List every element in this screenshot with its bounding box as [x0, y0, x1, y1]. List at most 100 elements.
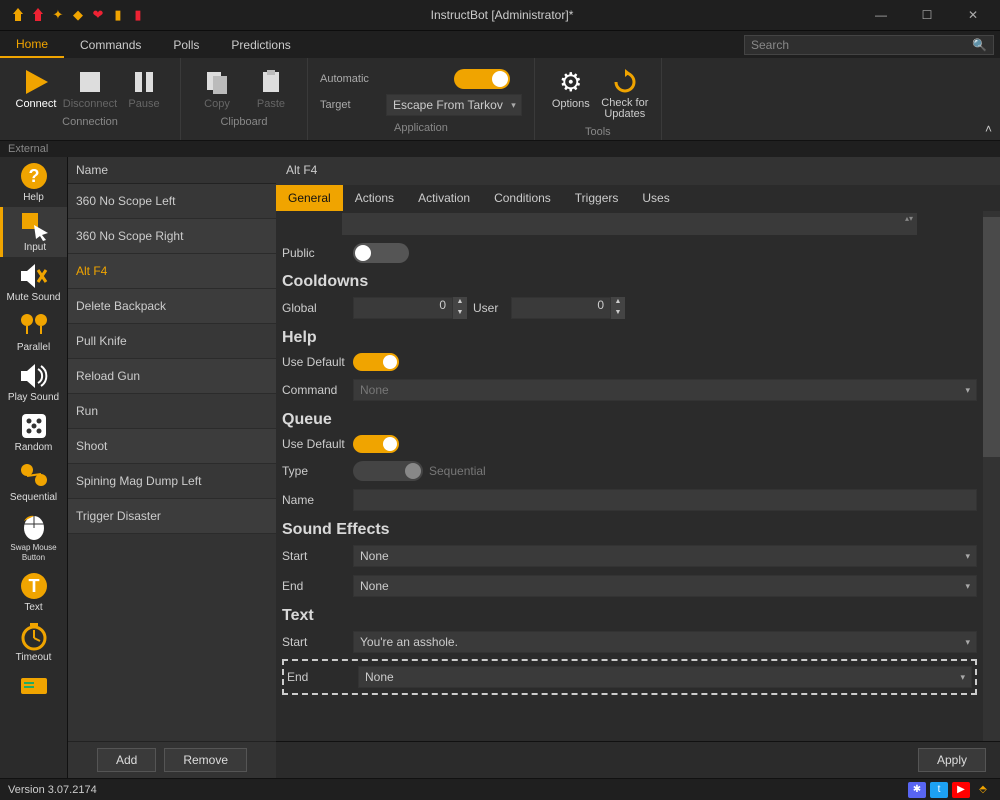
automatic-toggle[interactable] — [454, 69, 510, 89]
detail-tabs: General Actions Activation Conditions Tr… — [276, 185, 1000, 211]
global-cooldown-input[interactable]: 0▲▼ — [353, 297, 467, 319]
options-button[interactable]: ⚙ Options — [545, 64, 597, 122]
list-item[interactable]: Delete Backpack — [68, 289, 276, 324]
detail-body: Public Cooldowns Global 0▲▼ User 0▲▼ Hel… — [276, 211, 983, 741]
list-item[interactable]: Reload Gun — [68, 359, 276, 394]
detail-panel: Alt F4 General Actions Activation Condit… — [276, 157, 1000, 778]
queue-type-toggle[interactable]: Sequential — [353, 461, 486, 481]
tab-conditions[interactable]: Conditions — [482, 185, 563, 211]
gear-icon: ⚙ — [555, 66, 587, 98]
add-button[interactable]: Add — [97, 748, 156, 772]
ql-icon-7[interactable]: ▮ — [130, 7, 146, 23]
detail-title: Alt F4 — [276, 157, 1000, 185]
vtb-play-sound[interactable]: Play Sound — [0, 357, 67, 407]
help-header: Help — [282, 323, 977, 349]
ribbon-collapse-button[interactable]: ˄ — [985, 122, 992, 136]
vtb-sequential[interactable]: Sequential — [0, 457, 67, 507]
close-button[interactable]: ✕ — [950, 0, 996, 30]
queue-name-input[interactable] — [353, 489, 977, 511]
help-command-dropdown[interactable]: None — [353, 379, 977, 401]
target-dropdown[interactable]: Escape From Tarkov — [386, 94, 522, 116]
minimize-button[interactable]: — — [858, 0, 904, 30]
copy-button[interactable]: Copy — [191, 64, 243, 112]
sfx-start-dropdown[interactable]: None — [353, 545, 977, 567]
vtb-more[interactable] — [0, 667, 67, 705]
queue-header: Queue — [282, 405, 977, 431]
list-item[interactable]: Run — [68, 394, 276, 429]
app-icon[interactable]: ⬘ — [974, 782, 992, 798]
list-item[interactable]: 360 No Scope Right — [68, 219, 276, 254]
vtb-mute[interactable]: Mute Sound — [0, 257, 67, 307]
youtube-icon[interactable]: ▶ — [952, 782, 970, 798]
search-icon: 🔍 — [972, 38, 987, 52]
ql-icon-3[interactable]: ✦ — [50, 7, 66, 23]
tray-icons: ✱ t ▶ ⬘ — [908, 782, 992, 798]
tab-actions[interactable]: Actions — [343, 185, 406, 211]
apply-button[interactable]: Apply — [918, 748, 986, 772]
svg-text:T: T — [28, 576, 39, 596]
list-item[interactable]: Pull Knife — [68, 324, 276, 359]
status-bar: Version 3.07.2174 ✱ t ▶ ⬘ — [0, 778, 1000, 800]
list-item[interactable]: Shoot — [68, 429, 276, 464]
public-toggle[interactable] — [353, 243, 409, 263]
connect-button[interactable]: Connect — [10, 64, 62, 112]
version-text: Version 3.07.2174 — [8, 784, 97, 796]
menu-predictions[interactable]: Predictions — [215, 31, 306, 58]
vtb-input[interactable]: Input — [0, 207, 67, 257]
pause-button[interactable]: Pause — [118, 64, 170, 112]
search-input[interactable]: Search 🔍 — [744, 35, 994, 55]
overflow-field[interactable] — [342, 213, 917, 235]
detail-scrollbar[interactable] — [983, 211, 1000, 741]
vtb-timeout[interactable]: Timeout — [0, 617, 67, 667]
help-default-toggle[interactable] — [353, 353, 399, 371]
tab-uses[interactable]: Uses — [630, 185, 681, 211]
ribbon-group-clipboard: Copy Paste Clipboard — [181, 58, 308, 140]
list-item[interactable]: Spining Mag Dump Left — [68, 464, 276, 499]
list-item[interactable]: 360 No Scope Left — [68, 184, 276, 219]
ribbon-group-tools: ⚙ Options Check for Updates Tools — [535, 58, 662, 140]
menu-bar: Home Commands Polls Predictions Search 🔍 — [0, 30, 1000, 58]
text-start-dropdown[interactable]: You're an asshole. — [353, 631, 977, 653]
text-end-dropdown[interactable]: None — [358, 666, 972, 688]
vtb-parallel[interactable]: Parallel — [0, 307, 67, 357]
cooldowns-header: Cooldowns — [282, 267, 977, 293]
ql-icon-6[interactable]: ▮ — [110, 7, 126, 23]
paste-button[interactable]: Paste — [245, 64, 297, 112]
remove-button[interactable]: Remove — [164, 748, 247, 772]
refresh-icon — [609, 66, 641, 98]
tab-activation[interactable]: Activation — [406, 185, 482, 211]
text-header: Text — [282, 601, 977, 627]
queue-default-toggle[interactable] — [353, 435, 399, 453]
vtb-text[interactable]: TText — [0, 567, 67, 617]
menu-home[interactable]: Home — [0, 31, 64, 58]
items-header: Name — [68, 157, 276, 184]
ql-icon-5[interactable]: ❤ — [90, 7, 106, 23]
sfx-end-dropdown[interactable]: None — [353, 575, 977, 597]
quick-launch-icons: ✦ ◆ ❤ ▮ ▮ — [4, 7, 146, 23]
tab-general[interactable]: General — [276, 185, 343, 211]
maximize-button[interactable]: ☐ — [904, 0, 950, 30]
menu-polls[interactable]: Polls — [157, 31, 215, 58]
external-strip: External — [0, 141, 1000, 157]
vtb-swap[interactable]: Swap Mouse Button — [0, 507, 67, 567]
vtb-random[interactable]: Random — [0, 407, 67, 457]
items-panel: Name 360 No Scope Left 360 No Scope Righ… — [68, 157, 276, 778]
ql-icon-4[interactable]: ◆ — [70, 7, 86, 23]
title-bar: ✦ ◆ ❤ ▮ ▮ InstructBot [Administrator]* —… — [0, 0, 1000, 30]
vtb-help[interactable]: ?Help — [0, 157, 67, 207]
window-title: InstructBot [Administrator]* — [146, 8, 858, 22]
disconnect-button[interactable]: Disconnect — [64, 64, 116, 112]
ql-icon-1[interactable] — [10, 7, 26, 23]
list-item[interactable]: Trigger Disaster — [68, 499, 276, 534]
list-item[interactable]: Alt F4 — [68, 254, 276, 289]
check-updates-button[interactable]: Check for Updates — [599, 64, 651, 122]
user-cooldown-input[interactable]: 0▲▼ — [511, 297, 625, 319]
vertical-toolbar: ?Help Input Mute Sound Parallel Play Sou… — [0, 157, 68, 778]
discord-icon[interactable]: ✱ — [908, 782, 926, 798]
menu-commands[interactable]: Commands — [64, 31, 157, 58]
tab-triggers[interactable]: Triggers — [563, 185, 631, 211]
twitter-icon[interactable]: t — [930, 782, 948, 798]
svg-text:?: ? — [28, 166, 39, 186]
ql-icon-2[interactable] — [30, 7, 46, 23]
ribbon: Connect Disconnect Pause Connection Copy… — [0, 58, 1000, 141]
